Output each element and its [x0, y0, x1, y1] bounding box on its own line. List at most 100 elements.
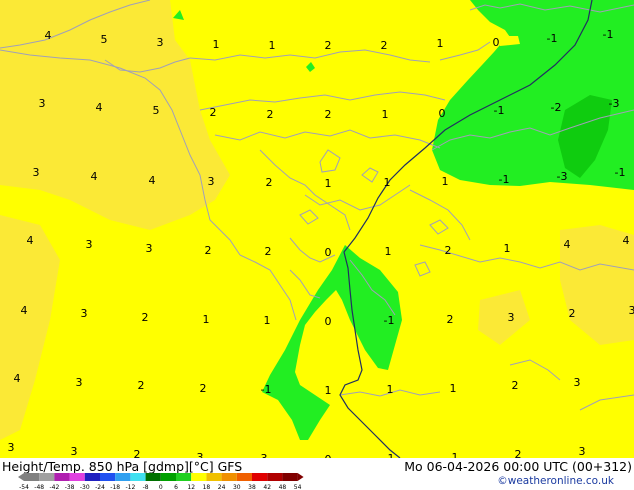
scale-swatch — [176, 473, 192, 481]
temperature-value: 2 — [381, 39, 388, 52]
scale-swatch — [252, 473, 268, 481]
scale-label: 18 — [203, 484, 211, 490]
temperature-value: 3 — [33, 166, 40, 179]
scale-label: 0 — [159, 484, 163, 490]
temperature-value: 3 — [197, 451, 204, 458]
temperature-value: 1 — [264, 314, 271, 327]
temperature-value: 3 — [629, 304, 634, 317]
temperature-value: 3 — [579, 445, 586, 458]
temperature-value: 0 — [325, 315, 332, 328]
temperature-value: 2 — [325, 108, 332, 121]
temperature-value: 4 — [21, 304, 28, 317]
temperature-value: 1 — [385, 245, 392, 258]
temperature-value: 1 — [452, 451, 459, 458]
scale-label: 38 — [248, 484, 256, 490]
scale-swatch — [69, 473, 85, 481]
temperature-value: 3 — [146, 242, 153, 255]
scale-swatch — [160, 473, 176, 481]
temperature-value: 4 — [45, 29, 52, 42]
temperature-value: 4 — [27, 234, 34, 247]
temperature-value: 0 — [325, 246, 332, 259]
temperature-value: 1 — [387, 383, 394, 396]
scale-label: -38 — [65, 484, 75, 490]
scale-label: 54 — [294, 484, 302, 490]
temperature-value: 1 — [203, 313, 210, 326]
temperature-value: 2 — [265, 245, 272, 258]
temperature-value: 2 — [210, 106, 217, 119]
temperature-value: 1 — [382, 108, 389, 121]
temperature-value: 2 — [138, 379, 145, 392]
temperature-value: -1 — [261, 383, 272, 396]
temperature-value: 2 — [445, 244, 452, 257]
temperature-value: -1 — [384, 314, 395, 327]
scale-swatch — [84, 473, 100, 481]
temperature-value: 5 — [153, 104, 160, 117]
scale-swatch — [130, 473, 146, 481]
temperature-value: 0 — [493, 36, 500, 49]
color-scale: -54 -48 -42 -38 -30 -24 -18 -12 -8 0 6 12 18 24 30 38 42… — [18, 473, 304, 490]
scale-label: -54 — [19, 484, 29, 490]
map-datetime: Mo 06-04-2026 00:00 UTC (00+312) — [404, 459, 632, 474]
temperature-value: 1 — [384, 176, 391, 189]
temperature-value: 2 — [142, 311, 149, 324]
scale-label: -18 — [110, 484, 120, 490]
scale-swatch — [145, 473, 161, 481]
scale-label: -42 — [49, 484, 59, 490]
temperature-value: -1 — [603, 28, 614, 41]
scale-swatch — [282, 473, 298, 481]
temperature-value: 3 — [76, 376, 83, 389]
temperature-value: 4 — [149, 174, 156, 187]
scale-swatch — [191, 473, 207, 481]
temperature-value: 3 — [81, 307, 88, 320]
temperature-value: 2 — [515, 448, 522, 458]
temperature-value: 3 — [39, 97, 46, 110]
scale-swatch — [54, 473, 70, 481]
temperature-value: 2 — [266, 176, 273, 189]
scale-label: -30 — [80, 484, 90, 490]
scale-swatch — [24, 473, 40, 481]
scale-swatch — [39, 473, 55, 481]
temperature-value: 5 — [101, 33, 108, 46]
scale-label: 42 — [263, 484, 271, 490]
scale-left-arrow — [18, 473, 24, 481]
temperature-value: 1 — [213, 38, 220, 51]
temperature-value: 2 — [569, 307, 576, 320]
temperature-value: -2 — [551, 101, 562, 114]
temperature-value: 4 — [623, 234, 630, 247]
temperature-value: -3 — [557, 170, 568, 183]
scale-swatch — [206, 473, 222, 481]
temperature-value: 2 — [200, 382, 207, 395]
temperature-value: 1 — [504, 242, 511, 255]
scale-label: 6 — [174, 484, 178, 490]
temperature-value: 2 — [512, 379, 519, 392]
scale-label: -24 — [95, 484, 105, 490]
temperature-value: 3 — [508, 311, 515, 324]
temperature-value: 3 — [86, 238, 93, 251]
temperature-value: 0 — [439, 107, 446, 120]
temperature-value: 3 — [8, 441, 15, 454]
scale-right-arrow — [297, 473, 304, 481]
footer: Height/Temp. 850 hPa [gdmp][°C] GFS Mo 0… — [0, 458, 634, 490]
scale-swatch — [236, 473, 252, 481]
temperature-value: 2 — [134, 448, 141, 458]
temperature-value: 1 — [437, 37, 444, 50]
scale-label: 48 — [279, 484, 287, 490]
temperature-value: -3 — [609, 97, 620, 110]
temperature-value: -1 — [547, 32, 558, 45]
temperature-value: 1 — [325, 384, 332, 397]
temperature-value: 3 — [208, 175, 215, 188]
temperature-value: 2 — [205, 244, 212, 257]
scale-label: 12 — [187, 484, 195, 490]
scale-label: -8 — [143, 484, 149, 490]
temperature-value: 2 — [447, 313, 454, 326]
temperature-value: 4 — [14, 372, 21, 385]
temperature-value: -1 — [615, 166, 626, 179]
credit-link[interactable]: ©weatheronline.co.uk — [497, 475, 614, 487]
scale-swatch — [221, 473, 237, 481]
scale-label: -12 — [125, 484, 135, 490]
scale-swatch — [115, 473, 131, 481]
scale-swatch — [100, 473, 116, 481]
temperature-value: 1 — [269, 39, 276, 52]
temperature-value: 3 — [157, 36, 164, 49]
temperature-value: 1 — [450, 382, 457, 395]
